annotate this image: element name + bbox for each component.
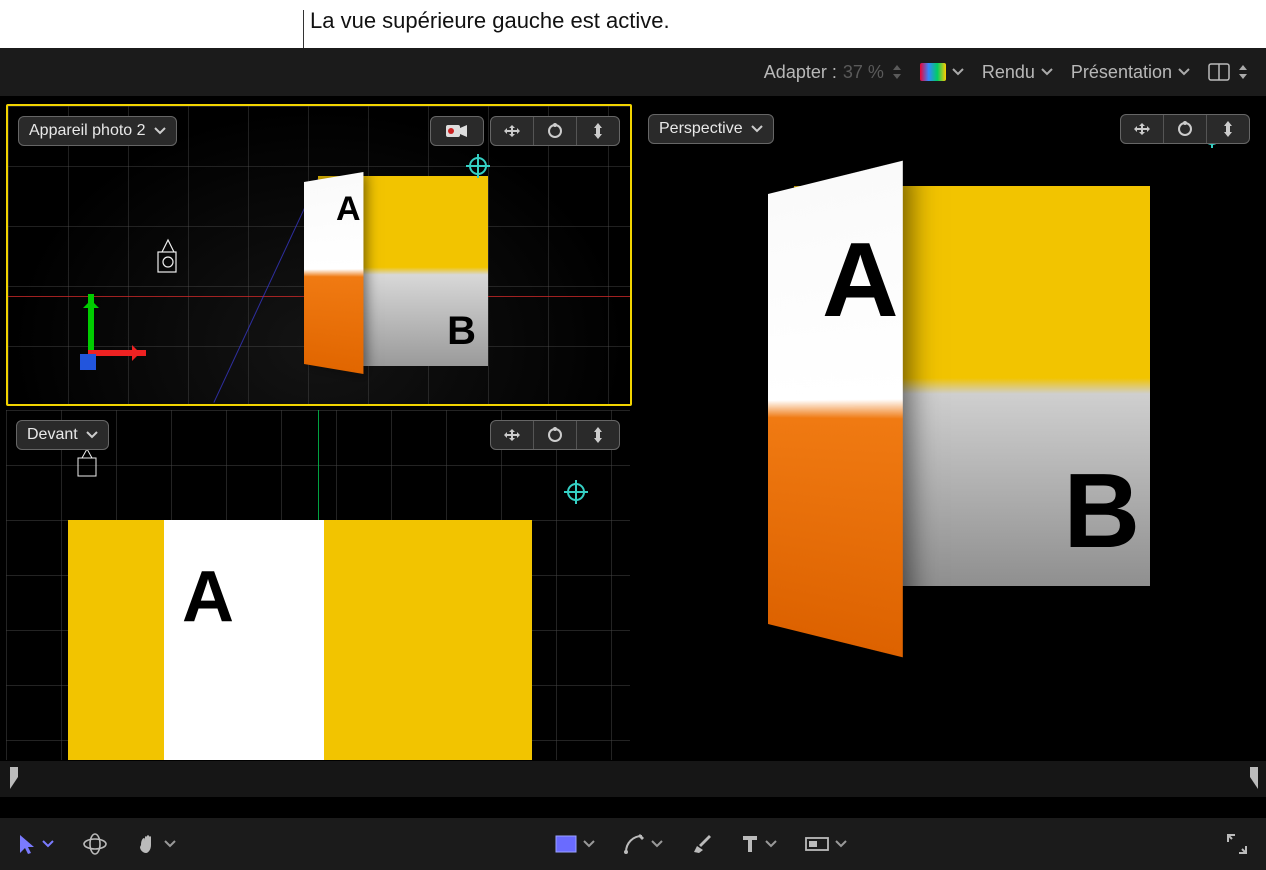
chevron-down-icon	[952, 68, 964, 76]
axis-gizmo-icon[interactable]	[58, 294, 148, 384]
dolly-icon	[1221, 120, 1235, 138]
orbit-icon	[546, 426, 564, 444]
object-label-a: A	[182, 556, 234, 638]
camera-gizmo-icon[interactable]	[72, 448, 102, 480]
3d-transform-tool-button[interactable]	[82, 833, 108, 855]
shape-tool-button[interactable]	[555, 835, 595, 853]
orbit-icon	[546, 122, 564, 140]
orbit-tool-button[interactable]	[1163, 115, 1206, 143]
chevron-down-icon	[1041, 68, 1053, 76]
fit-control[interactable]: Adapter : 37 %	[764, 62, 902, 83]
pan-icon	[502, 427, 522, 443]
text-tool-button[interactable]	[741, 834, 777, 854]
view-nav-group	[490, 420, 620, 450]
bottom-toolbar	[0, 818, 1266, 870]
camera-selector[interactable]: Perspective	[648, 114, 774, 144]
out-point-marker-icon[interactable]	[1248, 765, 1258, 791]
pen-bezier-icon	[623, 833, 645, 855]
fullscreen-toggle-button[interactable]	[1226, 833, 1248, 855]
chevron-down-icon	[154, 127, 166, 135]
object-face-a: A	[164, 520, 324, 760]
camera-selector[interactable]: Appareil photo 2	[18, 116, 177, 146]
brush-icon	[691, 833, 713, 855]
orient-crosshair-icon[interactable]	[466, 154, 490, 178]
3d-orbit-icon	[82, 833, 108, 855]
camera-selector-label: Perspective	[659, 120, 743, 138]
scene-object[interactable]: B A	[288, 176, 488, 366]
view-nav-group	[1120, 114, 1250, 144]
pan-tool-button[interactable]	[491, 117, 533, 145]
video-camera-icon	[445, 123, 469, 139]
chevron-down-icon	[583, 840, 595, 848]
orbit-icon	[1176, 120, 1194, 138]
fit-value: 37 %	[843, 62, 884, 83]
dolly-icon	[591, 426, 605, 444]
hand-icon	[136, 833, 158, 855]
text-t-icon	[741, 834, 759, 854]
chevron-down-icon	[42, 840, 54, 848]
arrow-cursor-icon	[18, 833, 36, 855]
scene-object[interactable]: A B	[746, 184, 1156, 614]
camera-selector-label: Appareil photo 2	[29, 122, 146, 140]
render-dropdown[interactable]: Rendu	[982, 62, 1053, 83]
camera-record-button[interactable]	[430, 116, 484, 146]
color-swatch-icon	[920, 63, 946, 81]
object-label-a: A	[336, 190, 361, 229]
chevron-down-icon	[164, 840, 176, 848]
viewport-toolbar	[430, 116, 620, 146]
viewport-toolbar	[1120, 114, 1250, 144]
chevron-down-icon	[835, 840, 847, 848]
object-label-a: A	[822, 220, 899, 341]
expand-arrows-icon	[1226, 833, 1248, 855]
chevron-down-icon	[1178, 68, 1190, 76]
render-label: Rendu	[982, 62, 1035, 83]
orient-crosshair-icon[interactable]	[564, 480, 588, 504]
pan-icon	[502, 123, 522, 139]
viewport-layout-dropdown[interactable]	[1208, 63, 1248, 81]
annotation-callout: La vue supérieure gauche est active.	[310, 8, 670, 34]
camera-selector[interactable]: Devant	[16, 420, 109, 450]
pan-tool-button[interactable]	[491, 421, 533, 449]
pen-tool-button[interactable]	[623, 833, 663, 855]
timeline-ruler[interactable]	[0, 760, 1266, 798]
chevron-down-icon	[751, 125, 763, 133]
app-window: Adapter : 37 % Rendu Présentation	[0, 48, 1266, 870]
dolly-tool-button[interactable]	[576, 117, 619, 145]
chevron-down-icon	[651, 840, 663, 848]
camera-selector-label: Devant	[27, 426, 78, 444]
layout-grid-icon	[1208, 63, 1230, 81]
brush-tool-button[interactable]	[691, 833, 713, 855]
object-label-b: B	[1063, 451, 1140, 572]
viewport-right[interactable]: A B Perspective	[638, 104, 1260, 760]
rectangle-icon	[555, 835, 577, 853]
camera-gizmo-icon[interactable]	[148, 236, 188, 278]
dolly-tool-button[interactable]	[576, 421, 619, 449]
dolly-tool-button[interactable]	[1206, 115, 1249, 143]
chevron-down-icon	[765, 840, 777, 848]
viewport-top-left[interactable]: B A Appareil photo 2	[6, 104, 632, 406]
orbit-tool-button[interactable]	[533, 421, 576, 449]
select-tool-button[interactable]	[18, 833, 54, 855]
chevron-down-icon	[86, 431, 98, 439]
fit-label: Adapter :	[764, 62, 837, 83]
view-nav-group	[490, 116, 620, 146]
dolly-icon	[591, 122, 605, 140]
stepper-icon[interactable]	[892, 65, 902, 79]
pan-icon	[1132, 121, 1152, 137]
viewport-toolbar	[490, 420, 620, 450]
viewport-area: B A Appareil photo 2	[0, 96, 1266, 760]
stepper-icon[interactable]	[1238, 65, 1248, 79]
in-point-marker-icon[interactable]	[8, 765, 18, 791]
orbit-tool-button[interactable]	[533, 117, 576, 145]
color-channel-dropdown[interactable]	[920, 63, 964, 81]
presentation-dropdown[interactable]: Présentation	[1071, 62, 1190, 83]
pan-tool-button[interactable]	[1121, 115, 1163, 143]
viewport-bottom-left[interactable]: A Devant	[6, 410, 630, 760]
mask-tool-button[interactable]	[805, 835, 847, 853]
presentation-label: Présentation	[1071, 62, 1172, 83]
hand-tool-button[interactable]	[136, 833, 176, 855]
mask-rect-icon	[805, 835, 829, 853]
object-label-b: B	[447, 309, 476, 354]
top-toolbar: Adapter : 37 % Rendu Présentation	[0, 48, 1266, 97]
